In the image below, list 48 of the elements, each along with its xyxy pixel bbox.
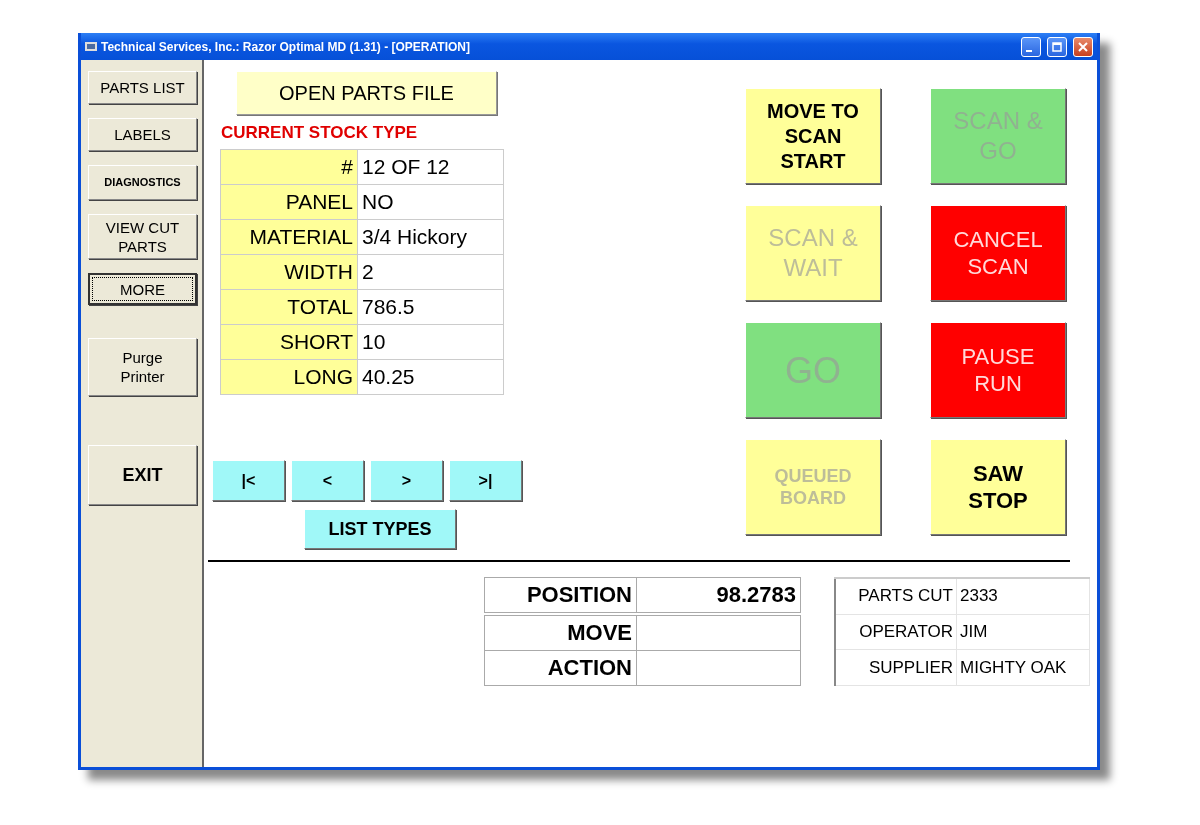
minimize-button[interactable] <box>1021 36 1041 57</box>
action-button[interactable]: MOVE TO SCAN START <box>745 88 881 184</box>
sidebar-button[interactable]: PARTS LIST <box>88 71 197 104</box>
maximize-button[interactable] <box>1047 36 1067 57</box>
field-label: TOTAL <box>220 289 358 325</box>
stat-label: PARTS CUT <box>835 578 957 615</box>
stat-value: MIGHTY OAK <box>956 649 1090 686</box>
field-label: LONG <box>220 359 358 395</box>
readout-label: POSITION <box>484 577 637 614</box>
previous-button[interactable]: < <box>291 460 364 501</box>
app-icon <box>85 41 97 52</box>
sidebar-button[interactable]: DIAGNOSTICS <box>88 165 197 200</box>
sidebar-button[interactable]: EXIT <box>88 445 197 505</box>
open-parts-file-button[interactable]: OPEN PARTS FILE <box>236 71 497 115</box>
stat-value: JIM <box>956 614 1090 650</box>
list-types-button[interactable]: LIST TYPES <box>304 509 456 549</box>
field-value: NO <box>357 184 504 220</box>
sidebar-button[interactable]: LABELS <box>88 118 197 151</box>
readout-label: MOVE <box>484 614 637 651</box>
field-label: MATERIAL <box>220 219 358 255</box>
field-value: 40.25 <box>357 359 504 395</box>
window-title: Technical Services, Inc.: Razor Optimal MD (1.31) - [OPERATION] <box>101 39 471 54</box>
field-label: PANEL <box>220 184 358 220</box>
field-value: 786.5 <box>357 289 504 325</box>
field-value: 10 <box>357 324 504 360</box>
field-label: WIDTH <box>220 254 358 290</box>
last-button[interactable]: >| <box>449 460 522 501</box>
field-label: # <box>220 149 358 185</box>
sidebar-button[interactable]: Purge Printer <box>88 338 197 396</box>
first-button[interactable]: |< <box>212 460 285 501</box>
stat-label: SUPPLIER <box>835 649 957 686</box>
stat-label: OPERATOR <box>835 614 957 650</box>
maximize-icon <box>1052 41 1062 52</box>
field-value: 3/4 Hickory <box>357 219 504 255</box>
next-button[interactable]: > <box>370 460 443 501</box>
field-value: 2 <box>357 254 504 290</box>
action-button[interactable]: SAW STOP <box>930 439 1066 535</box>
minimize-icon <box>1026 49 1032 52</box>
sidebar-button[interactable]: VIEW CUT PARTS <box>88 214 197 259</box>
readout-label: ACTION <box>484 650 637 686</box>
section-heading: CURRENT STOCK TYPE <box>221 123 419 143</box>
readout-value: 98.2783 <box>636 577 801 614</box>
field-value: 12 OF 12 <box>357 149 504 185</box>
field-label: SHORT <box>220 324 358 360</box>
sidebar-button[interactable]: MORE <box>88 273 197 305</box>
close-icon <box>1078 41 1088 52</box>
stat-value: 2333 <box>956 578 1090 615</box>
close-button[interactable] <box>1073 36 1093 57</box>
